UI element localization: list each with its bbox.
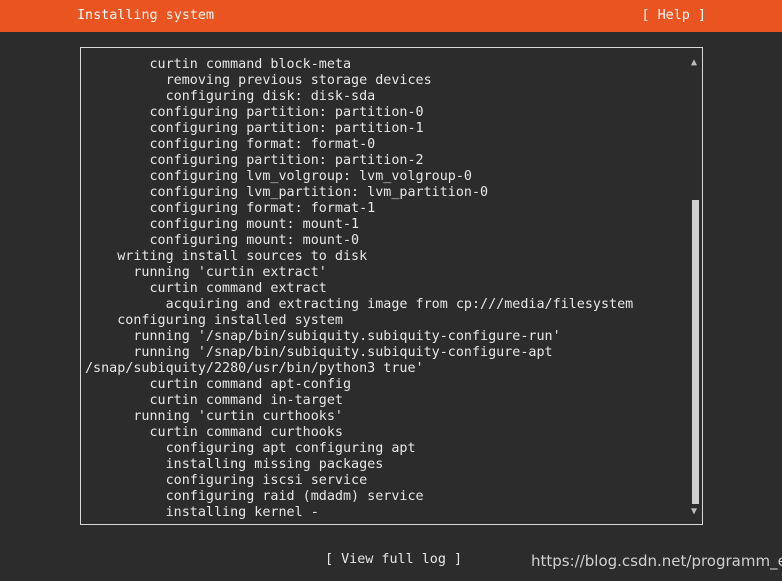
log-line: configuring lvm_partition: lvm_partition… bbox=[85, 185, 489, 200]
log-line: curtin command in-target bbox=[85, 393, 343, 408]
log-line: running '/snap/bin/subiquity.subiquity-c… bbox=[85, 329, 561, 344]
view-full-log-button[interactable]: [ View full log ] bbox=[325, 552, 462, 568]
log-line: configuring partition: partition-1 bbox=[85, 121, 424, 136]
install-log-panel[interactable]: curtin command block-meta removing previ… bbox=[80, 47, 703, 525]
log-line: curtin command apt-config bbox=[85, 377, 352, 392]
log-line: acquiring and extracting image from cp:/… bbox=[85, 297, 634, 312]
scroll-up-arrow-icon[interactable]: ▲ bbox=[691, 56, 697, 70]
header-bar: Installing system [ Help ] bbox=[0, 0, 782, 32]
log-output: curtin command block-meta removing previ… bbox=[85, 57, 685, 521]
scrollbar-track[interactable] bbox=[692, 72, 699, 504]
log-line: curtin command block-meta bbox=[85, 57, 352, 72]
log-line: removing previous storage devices bbox=[85, 73, 432, 88]
log-line: configuring iscsi service bbox=[85, 473, 368, 488]
log-line: configuring installed system bbox=[85, 313, 343, 328]
help-button[interactable]: [ Help ] bbox=[642, 8, 707, 24]
log-line: configuring partition: partition-2 bbox=[85, 153, 424, 168]
log-line: curtin command extract bbox=[85, 281, 327, 296]
log-line: running 'curtin curthooks' bbox=[85, 409, 343, 424]
log-line: configuring apt configuring apt bbox=[85, 441, 416, 456]
log-line: configuring format: format-0 bbox=[85, 137, 376, 152]
log-line: installing kernel - bbox=[85, 505, 319, 520]
log-line: configuring raid (mdadm) service bbox=[85, 489, 424, 504]
log-line: running '/snap/bin/subiquity.subiquity-c… bbox=[85, 345, 553, 360]
log-line: curtin command curthooks bbox=[85, 425, 343, 440]
page-title: Installing system bbox=[77, 8, 215, 23]
log-line: configuring format: format-1 bbox=[85, 201, 376, 216]
log-line: running 'curtin extract' bbox=[85, 265, 327, 280]
log-line: installing missing packages bbox=[85, 457, 384, 472]
watermark-text: https://blog.csdn.net/programm_er bbox=[531, 552, 782, 570]
log-line: configuring mount: mount-1 bbox=[85, 217, 360, 232]
log-line: configuring lvm_volgroup: lvm_volgroup-0 bbox=[85, 169, 472, 184]
scrollbar-thumb[interactable] bbox=[692, 200, 699, 504]
scroll-down-arrow-icon[interactable]: ▼ bbox=[691, 505, 697, 519]
log-line: configuring partition: partition-0 bbox=[85, 105, 424, 120]
log-line: writing install sources to disk bbox=[85, 249, 368, 264]
log-line: configuring mount: mount-0 bbox=[85, 233, 360, 248]
log-line: configuring disk: disk-sda bbox=[85, 89, 376, 104]
log-line: /snap/subiquity/2280/usr/bin/python3 tru… bbox=[85, 361, 424, 376]
